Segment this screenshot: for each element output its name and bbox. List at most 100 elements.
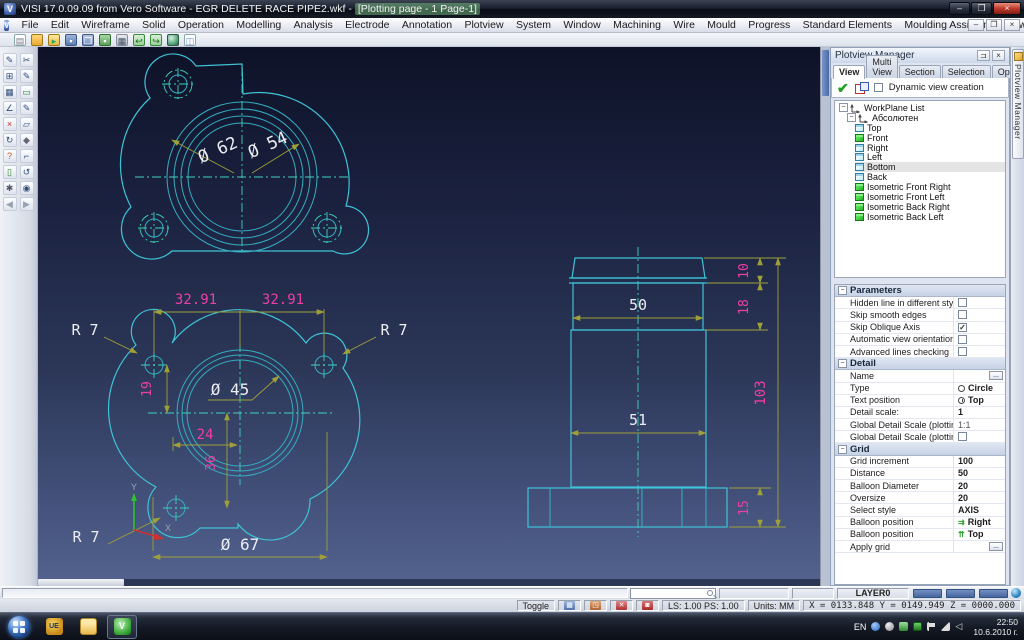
- mdi-restore-button[interactable]: ❐: [986, 19, 1002, 31]
- menu-progress[interactable]: Progress: [742, 19, 796, 31]
- checkbox[interactable]: [958, 335, 967, 344]
- browser-globe-icon[interactable]: [167, 34, 179, 46]
- menu-wire[interactable]: Wire: [667, 19, 701, 31]
- save-as-icon[interactable]: ▪: [99, 34, 111, 46]
- trim-icon[interactable]: ✂: [20, 53, 34, 67]
- solid-cube-icon[interactable]: ◆: [20, 133, 34, 147]
- sheet-icon[interactable]: ▱: [20, 117, 34, 131]
- workplane-button[interactable]: [913, 589, 942, 598]
- prop-value[interactable]: Top: [968, 529, 984, 539]
- back-icon[interactable]: ◀: [3, 197, 17, 211]
- ortho-toggle-icon[interactable]: ◳: [584, 600, 607, 611]
- taskbar-visi[interactable]: V: [107, 615, 137, 639]
- checkbox[interactable]: [958, 310, 967, 319]
- prop-value[interactable]: 50: [958, 468, 968, 478]
- tree-item-top[interactable]: Top: [855, 123, 1005, 133]
- group-parameters[interactable]: −Parameters: [835, 285, 1005, 297]
- print-icon[interactable]: ▦: [116, 34, 128, 46]
- menu-system[interactable]: System: [510, 19, 557, 31]
- refresh-icon[interactable]: ↻: [3, 133, 17, 147]
- menu-standard-elements[interactable]: Standard Elements: [796, 19, 898, 31]
- checkbox-checked[interactable]: ✓: [958, 323, 967, 332]
- menu-annotation[interactable]: Annotation: [396, 19, 459, 31]
- measure-icon[interactable]: ∠: [3, 101, 17, 115]
- window-layout-icon[interactable]: ◫: [184, 34, 196, 46]
- close-button[interactable]: ×: [993, 2, 1021, 15]
- sketch-icon[interactable]: ✎: [20, 69, 34, 83]
- tree-item-iso-back-right[interactable]: Isometric Back Right: [855, 202, 1005, 212]
- command-prompt-bar[interactable]: [2, 588, 628, 598]
- tortoise-icon[interactable]: [913, 622, 922, 631]
- menu-machining[interactable]: Machining: [607, 19, 667, 31]
- fit-view-icon[interactable]: ⊞: [3, 69, 17, 83]
- menu-operation[interactable]: Operation: [172, 19, 231, 31]
- toggle-button[interactable]: Toggle: [517, 600, 556, 611]
- tab-view[interactable]: View: [833, 65, 865, 79]
- menu-window[interactable]: Window: [557, 19, 607, 31]
- apply-grid-button[interactable]: ...: [989, 542, 1003, 551]
- panel-close-icon[interactable]: ×: [992, 50, 1005, 61]
- snapshot-icon[interactable]: ◉: [20, 181, 34, 195]
- taskbar-ultraedit[interactable]: UE: [39, 615, 69, 639]
- horizontal-scrollbar[interactable]: [38, 579, 858, 586]
- new-file-icon[interactable]: ▤: [14, 34, 26, 46]
- menu-solid[interactable]: Solid: [136, 19, 172, 31]
- tree-item-left[interactable]: Left: [855, 152, 1005, 162]
- group-grid[interactable]: −Grid: [835, 443, 1005, 455]
- workplane-icon[interactable]: ⌐: [20, 149, 34, 163]
- snap-settings-icon[interactable]: ▦: [3, 85, 17, 99]
- tree-item-iso-front-right[interactable]: Isometric Front Right: [855, 182, 1005, 192]
- taskbar-explorer[interactable]: [73, 615, 103, 639]
- prop-value[interactable]: Right: [968, 517, 991, 527]
- import-icon[interactable]: ↩: [133, 34, 145, 46]
- view-creation-icon[interactable]: [855, 82, 868, 94]
- trash-icon[interactable]: ▯: [3, 165, 17, 179]
- menu-edit[interactable]: Edit: [45, 19, 75, 31]
- tree-node-workplane-list[interactable]: − WorkPlane List: [839, 103, 1005, 113]
- mdi-close-button[interactable]: ×: [1004, 19, 1020, 31]
- tab-section[interactable]: Section: [899, 65, 941, 78]
- tray-app-icon[interactable]: [885, 622, 894, 631]
- settings-icon[interactable]: ✱: [3, 181, 17, 195]
- export-icon[interactable]: ↪: [150, 34, 162, 46]
- antivirus-shield-icon[interactable]: [899, 622, 908, 631]
- tree-item-front[interactable]: Front: [855, 133, 1005, 143]
- network-icon[interactable]: [941, 622, 950, 631]
- globe-icon[interactable]: [1011, 588, 1021, 598]
- start-button[interactable]: [8, 616, 30, 638]
- mask-button[interactable]: [979, 589, 1008, 598]
- prop-value[interactable]: Circle: [968, 383, 993, 393]
- delete-element-icon[interactable]: ×: [3, 117, 17, 131]
- open-folder-icon[interactable]: [31, 34, 43, 46]
- collapse-icon[interactable]: −: [839, 103, 848, 112]
- tab-selection[interactable]: Selection: [942, 65, 991, 78]
- volume-icon[interactable]: ◁: [955, 622, 964, 631]
- tray-app-icon[interactable]: [871, 622, 880, 631]
- apply-check-icon[interactable]: ✔: [837, 81, 849, 95]
- query-icon[interactable]: ?: [3, 149, 17, 163]
- clock[interactable]: 22:50 10.6.2010 г.: [969, 617, 1018, 637]
- prop-value[interactable]: 20: [958, 493, 968, 503]
- menu-plotview[interactable]: Plotview: [458, 19, 509, 31]
- plotview-manager-side-tab[interactable]: Plotview Manager: [1012, 49, 1024, 159]
- group-detail[interactable]: −Detail: [835, 358, 1005, 370]
- menu-file[interactable]: File: [15, 19, 44, 31]
- prop-value[interactable]: 100: [958, 456, 973, 466]
- prop-value[interactable]: 1: [958, 407, 963, 417]
- drawing-canvas[interactable]: Ø 62 Ø 54: [38, 47, 820, 586]
- tree-item-right[interactable]: Right: [855, 143, 1005, 153]
- view-button[interactable]: [946, 589, 975, 598]
- capture-icon[interactable]: ◙: [636, 600, 659, 611]
- menu-electrode[interactable]: Electrode: [339, 19, 396, 31]
- forward-icon[interactable]: ▶: [20, 197, 34, 211]
- tree-item-iso-front-left[interactable]: Isometric Front Left: [855, 192, 1005, 202]
- tree-item-bottom[interactable]: Bottom: [855, 162, 1005, 172]
- checkbox[interactable]: [958, 298, 967, 307]
- mdi-minimize-button[interactable]: –: [968, 19, 984, 31]
- snap-off-icon[interactable]: ✕: [610, 600, 633, 611]
- menu-analysis[interactable]: Analysis: [287, 19, 338, 31]
- profile-icon[interactable]: ▭: [20, 85, 34, 99]
- minimize-button[interactable]: –: [949, 2, 970, 15]
- prop-value[interactable]: 1:1: [958, 420, 971, 430]
- checkbox[interactable]: [958, 347, 967, 356]
